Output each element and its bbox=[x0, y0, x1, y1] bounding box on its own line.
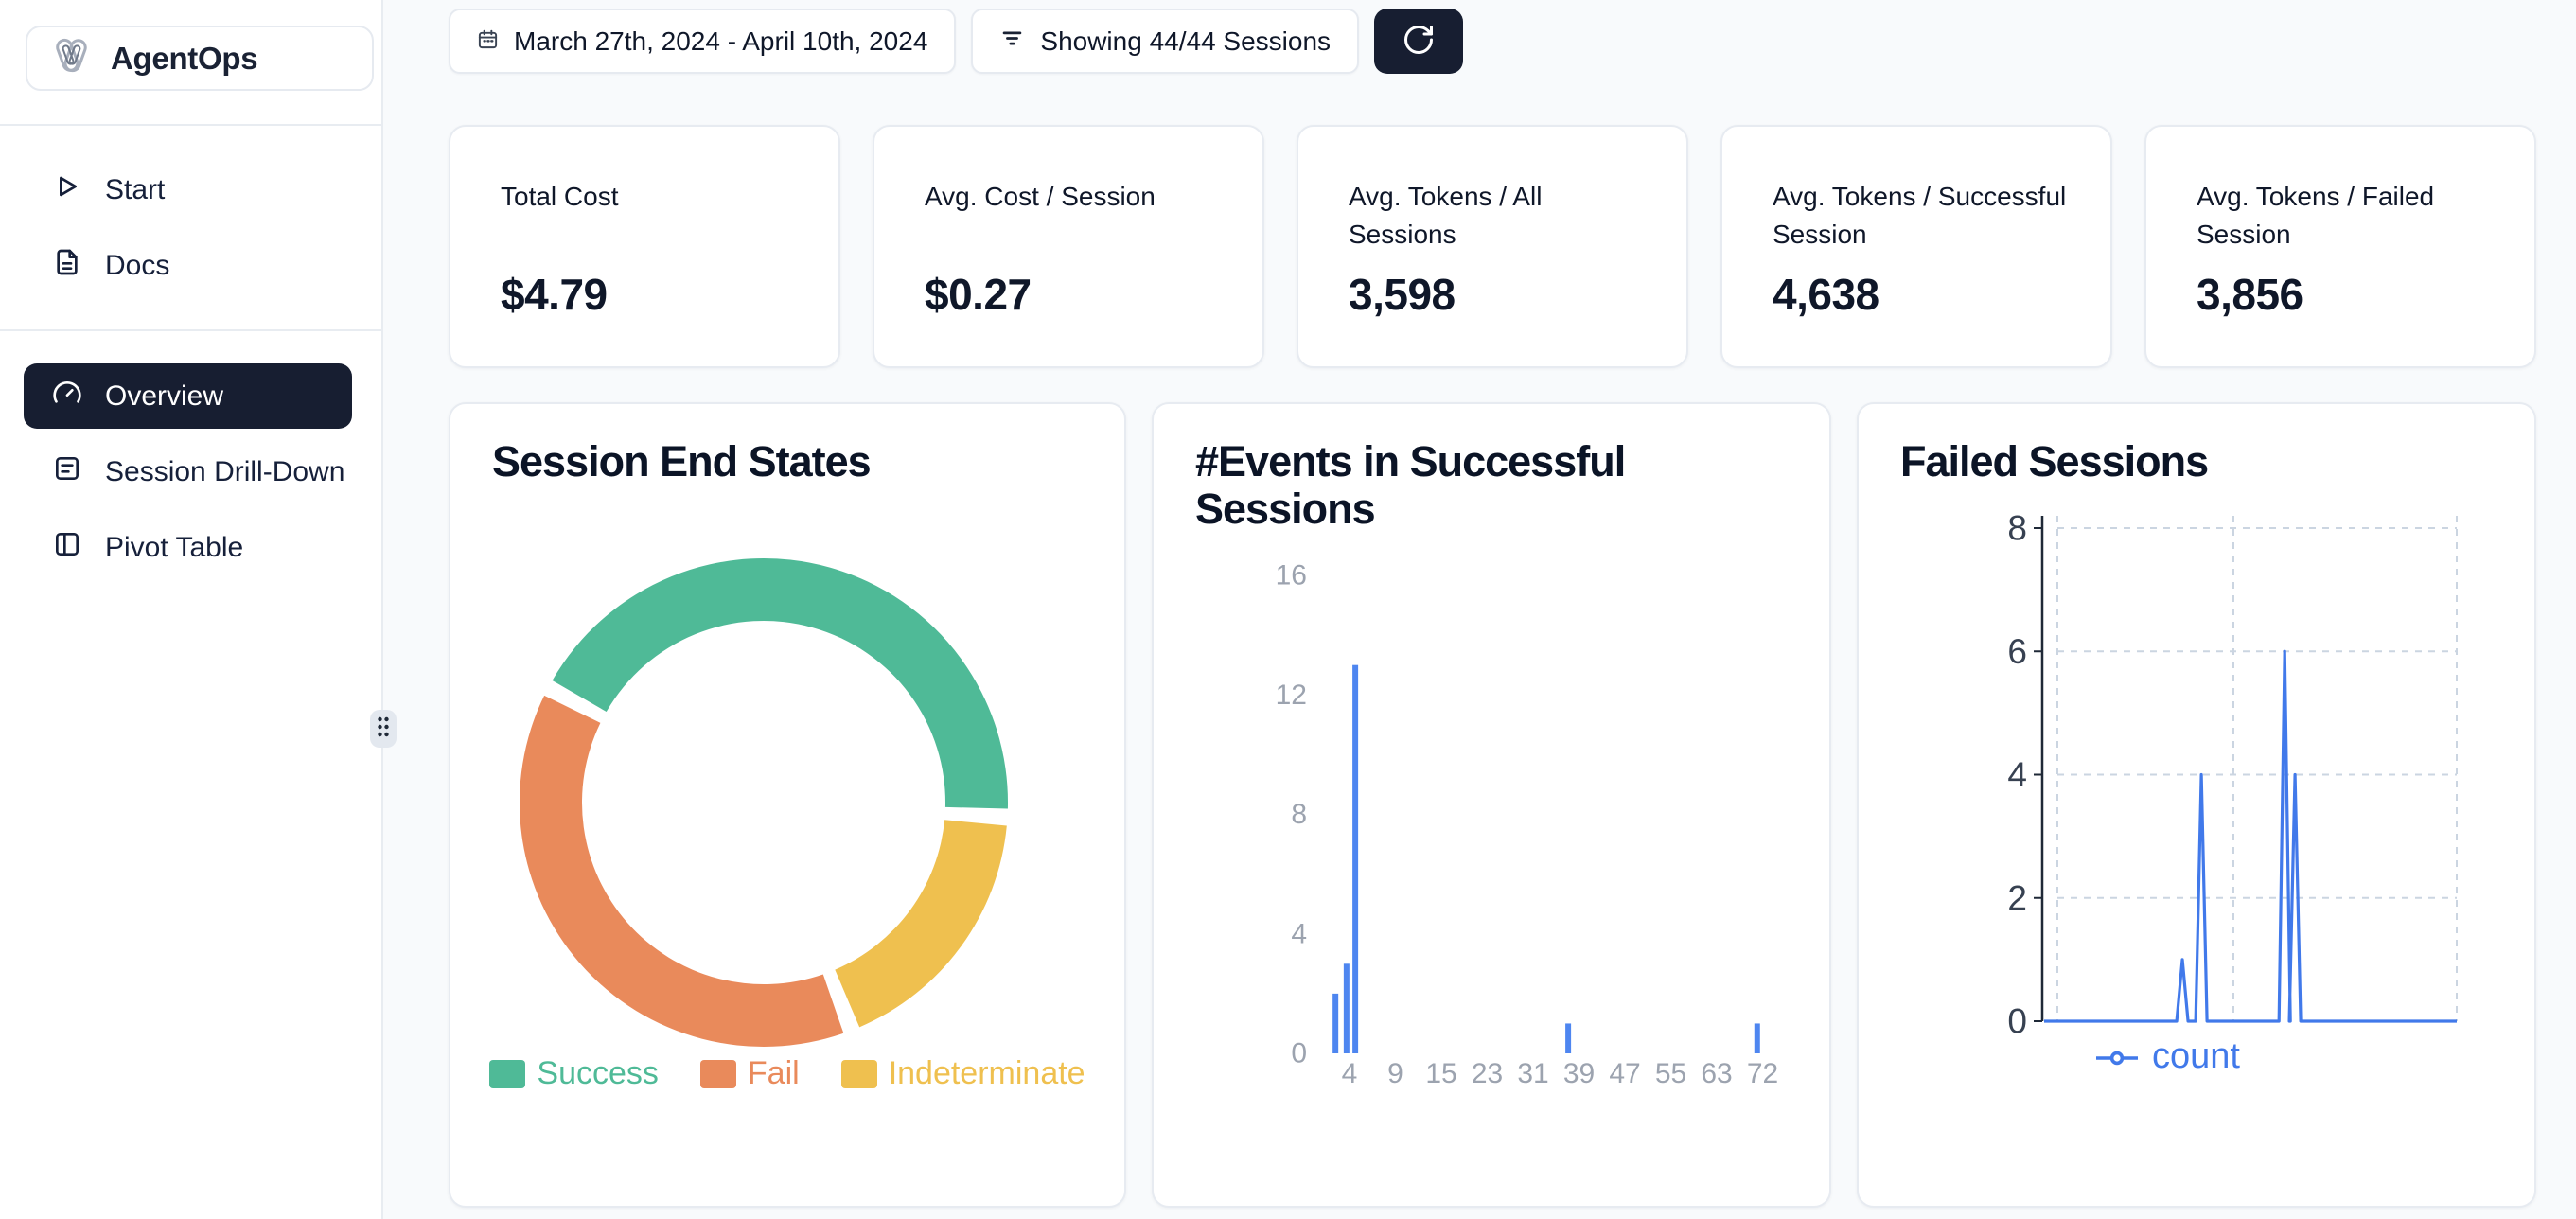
legend-label: Success bbox=[537, 1055, 659, 1092]
x-tick-label: 23 bbox=[1472, 1058, 1503, 1089]
file-text-icon bbox=[52, 247, 82, 285]
legend-label: Indeterminate bbox=[889, 1055, 1085, 1092]
legend-item-success[interactable]: Success bbox=[489, 1055, 659, 1092]
failed-sessions-card: Failed Sessions 02468 count bbox=[1857, 402, 2536, 1208]
session-filter-label: Showing 44/44 Sessions bbox=[1040, 26, 1331, 57]
sidebar: AgentOps Start Docs bbox=[0, 0, 383, 1219]
sidebar-item-label: Overview bbox=[105, 380, 223, 413]
sidebar-item-start[interactable]: Start bbox=[0, 161, 383, 220]
stat-value: $4.79 bbox=[501, 269, 810, 320]
session-filter-button[interactable]: Showing 44/44 Sessions bbox=[971, 9, 1359, 74]
calendar-icon bbox=[477, 26, 499, 57]
stat-card-total-cost: Total Cost $4.79 bbox=[449, 125, 840, 368]
sidebar-item-session-drill-down[interactable]: Session Drill-Down bbox=[0, 443, 383, 502]
sidebar-item-label: Pivot Table bbox=[105, 532, 243, 564]
legend-label: Fail bbox=[748, 1055, 800, 1092]
y-tick-label: 8 bbox=[1291, 799, 1307, 830]
legend-swatch-icon bbox=[489, 1060, 525, 1088]
x-tick-label: 9 bbox=[1387, 1058, 1403, 1089]
stat-cards-row: Total Cost $4.79 Avg. Cost / Session $0.… bbox=[449, 125, 2536, 368]
count-series-line[interactable] bbox=[2044, 651, 2457, 1021]
line-series-label: count bbox=[2152, 1036, 2240, 1077]
brand-name: AgentOps bbox=[111, 41, 257, 77]
failed-sessions-line-chart[interactable]: 0 2 4 6 8 bbox=[1859, 404, 2536, 1208]
date-range-button[interactable]: March 27th, 2024 - April 10th, 2024 bbox=[449, 9, 956, 74]
refresh-button[interactable] bbox=[1374, 9, 1463, 74]
session-end-states-card: Session End States SuccessFailIndetermin… bbox=[449, 402, 1126, 1208]
x-tick-label: 55 bbox=[1655, 1058, 1686, 1089]
y-tick-label: 6 bbox=[2007, 632, 2027, 671]
stat-value: $0.27 bbox=[925, 269, 1234, 320]
charts-row: Session End States SuccessFailIndetermin… bbox=[449, 402, 2536, 1208]
y-tick-label: 12 bbox=[1276, 680, 1307, 711]
y-tick-label: 0 bbox=[1291, 1038, 1307, 1069]
grip-dots-icon bbox=[376, 715, 391, 744]
gauge-icon bbox=[52, 378, 82, 415]
sidebar-divider bbox=[0, 124, 381, 126]
play-icon bbox=[52, 171, 82, 209]
x-tick-label: 47 bbox=[1609, 1058, 1640, 1089]
donut-segment-success[interactable] bbox=[553, 558, 1008, 809]
stat-label: Avg. Tokens / Successful Session bbox=[1773, 178, 2077, 269]
date-range-label: March 27th, 2024 - April 10th, 2024 bbox=[514, 26, 927, 57]
stat-label: Avg. Tokens / Failed Session bbox=[2197, 178, 2501, 269]
y-tick-label: 0 bbox=[2007, 1002, 2027, 1041]
x-tick-label: 15 bbox=[1425, 1058, 1456, 1089]
bar-events-5[interactable] bbox=[1352, 665, 1358, 1053]
panel-left-icon bbox=[52, 529, 82, 567]
donut-segment-fail[interactable] bbox=[520, 696, 843, 1047]
y-tick-label: 8 bbox=[2007, 509, 2027, 548]
stat-value: 3,856 bbox=[2197, 269, 2506, 320]
donut-segment-indeterminate[interactable] bbox=[835, 820, 1007, 1027]
y-tick-label: 4 bbox=[2007, 755, 2027, 794]
y-tick-label: 2 bbox=[2007, 878, 2027, 917]
bar-events-72[interactable] bbox=[1755, 1023, 1760, 1053]
legend-item-fail[interactable]: Fail bbox=[700, 1055, 800, 1092]
sidebar-item-overview[interactable]: Overview bbox=[24, 363, 352, 429]
x-tick-label: 72 bbox=[1747, 1058, 1778, 1089]
sidebar-item-label: Start bbox=[105, 174, 165, 206]
stat-value: 4,638 bbox=[1773, 269, 2082, 320]
legend-swatch-icon bbox=[700, 1060, 736, 1088]
agentops-dashboard: AgentOps Start Docs bbox=[0, 0, 2576, 1219]
legend-swatch-icon bbox=[841, 1060, 877, 1088]
stat-card-avg-tokens-failed: Avg. Tokens / Failed Session 3,856 bbox=[2144, 125, 2536, 368]
stat-card-avg-cost-session: Avg. Cost / Session $0.27 bbox=[873, 125, 1264, 368]
stat-label: Avg. Tokens / All Sessions bbox=[1349, 178, 1653, 269]
x-tick-label: 4 bbox=[1342, 1058, 1358, 1089]
bar-events-2[interactable] bbox=[1332, 994, 1338, 1053]
x-tick-label: 39 bbox=[1563, 1058, 1595, 1089]
filter-lines-icon bbox=[999, 26, 1025, 58]
list-box-icon bbox=[52, 453, 82, 491]
stat-label: Avg. Cost / Session bbox=[925, 178, 1229, 269]
sidebar-item-docs[interactable]: Docs bbox=[0, 237, 383, 295]
events-bar-chart[interactable]: 1612840491523313947556372 bbox=[1154, 404, 1831, 1208]
donut-legend: Success Fail Indeterminate bbox=[450, 1055, 1124, 1092]
brand-logo-card[interactable]: AgentOps bbox=[26, 26, 374, 91]
sidebar-divider bbox=[0, 329, 381, 331]
topbar: March 27th, 2024 - April 10th, 2024 Show… bbox=[449, 9, 1463, 74]
rotate-cw-icon bbox=[1402, 23, 1436, 60]
stat-label: Total Cost bbox=[501, 178, 805, 269]
stat-value: 3,598 bbox=[1349, 269, 1658, 320]
sidebar-item-label: Docs bbox=[105, 250, 169, 282]
legend-item-indeterminate[interactable]: Indeterminate bbox=[841, 1055, 1085, 1092]
paperclip-logo-icon bbox=[48, 33, 94, 83]
sidebar-item-label: Session Drill-Down bbox=[105, 456, 344, 488]
x-tick-label: 63 bbox=[1701, 1058, 1732, 1089]
stat-card-avg-tokens-successful: Avg. Tokens / Successful Session 4,638 bbox=[1720, 125, 2112, 368]
y-tick-label: 4 bbox=[1291, 918, 1307, 949]
y-tick-label: 16 bbox=[1276, 560, 1307, 592]
x-tick-label: 31 bbox=[1517, 1058, 1548, 1089]
bar-events-4[interactable] bbox=[1344, 963, 1350, 1053]
count-legend-item[interactable]: count bbox=[2095, 1036, 2240, 1077]
events-histogram-card: #Events in Successful Sessions 161284049… bbox=[1152, 402, 1831, 1208]
bar-events-38[interactable] bbox=[1565, 1023, 1571, 1053]
stat-card-avg-tokens-all: Avg. Tokens / All Sessions 3,598 bbox=[1297, 125, 1688, 368]
sidebar-resize-handle[interactable] bbox=[370, 710, 397, 748]
sidebar-item-pivot-table[interactable]: Pivot Table bbox=[0, 519, 383, 577]
line-series-marker-icon bbox=[2095, 1036, 2139, 1077]
